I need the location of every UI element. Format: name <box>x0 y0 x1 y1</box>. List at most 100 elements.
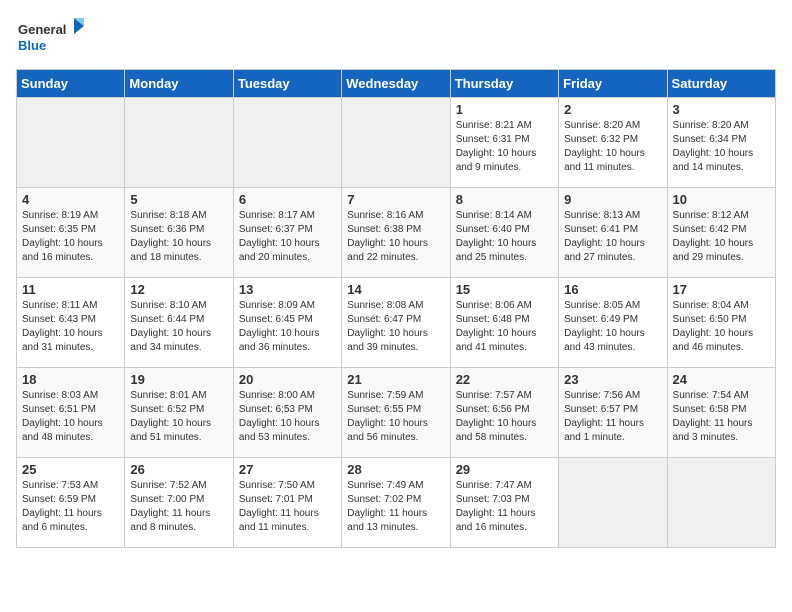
day-number: 3 <box>673 102 770 117</box>
day-cell <box>17 98 125 188</box>
day-info: Sunrise: 8:06 AM Sunset: 6:48 PM Dayligh… <box>456 299 553 355</box>
day-cell <box>667 458 775 548</box>
day-number: 16 <box>564 282 661 297</box>
day-number: 13 <box>239 282 336 297</box>
logo: General Blue <box>16 16 86 61</box>
day-number: 8 <box>456 192 553 207</box>
day-cell: 29Sunrise: 7:47 AM Sunset: 7:03 PM Dayli… <box>450 458 558 548</box>
day-number: 11 <box>22 282 119 297</box>
day-number: 2 <box>564 102 661 117</box>
day-number: 1 <box>456 102 553 117</box>
day-cell: 7 Sunrise: 8:16 AM Sunset: 6:38 PM Daylig… <box>342 188 450 278</box>
day-cell: 20 Sunrise: 8:00 AM Sunset: 6:53 PM Dayli… <box>233 368 341 458</box>
day-number: 23 <box>564 372 661 387</box>
day-cell: 10 Sunrise: 8:12 AM Sunset: 6:42 PM Dayli… <box>667 188 775 278</box>
day-info: Sunrise: 8:11 AM Sunset: 6:43 PM Dayligh… <box>22 299 119 355</box>
header-cell-sunday: Sunday <box>17 70 125 98</box>
day-info: Sunrise: 7:57 AM Sunset: 6:56 PM Dayligh… <box>456 389 553 445</box>
day-cell: 3 Sunrise: 8:20 AM Sunset: 6:34 PM Daylig… <box>667 98 775 188</box>
day-cell <box>125 98 233 188</box>
day-cell: 17 Sunrise: 8:04 AM Sunset: 6:50 PM Dayli… <box>667 278 775 368</box>
day-info: Sunrise: 7:54 AM Sunset: 6:58 PM Dayligh… <box>673 389 770 445</box>
day-cell: 1Sunrise: 8:21 AM Sunset: 6:31 PM Daylig… <box>450 98 558 188</box>
day-info: Sunrise: 8:19 AM Sunset: 6:35 PM Dayligh… <box>22 209 119 265</box>
day-info: Sunrise: 8:13 AM Sunset: 6:41 PM Dayligh… <box>564 209 661 265</box>
day-cell: 12 Sunrise: 8:10 AM Sunset: 6:44 PM Dayli… <box>125 278 233 368</box>
day-number: 24 <box>673 372 770 387</box>
day-info: Sunrise: 7:47 AM Sunset: 7:03 PM Dayligh… <box>456 479 553 535</box>
day-cell: 24 Sunrise: 7:54 AM Sunset: 6:58 PM Dayli… <box>667 368 775 458</box>
header-cell-saturday: Saturday <box>667 70 775 98</box>
calendar-body: 1Sunrise: 8:21 AM Sunset: 6:31 PM Daylig… <box>17 98 776 548</box>
day-info: Sunrise: 8:16 AM Sunset: 6:38 PM Dayligh… <box>347 209 444 265</box>
day-info: Sunrise: 8:08 AM Sunset: 6:47 PM Dayligh… <box>347 299 444 355</box>
day-number: 6 <box>239 192 336 207</box>
week-row-4: 25 Sunrise: 7:53 AM Sunset: 6:59 PM Dayli… <box>17 458 776 548</box>
day-info: Sunrise: 7:52 AM Sunset: 7:00 PM Dayligh… <box>130 479 227 535</box>
day-number: 9 <box>564 192 661 207</box>
day-info: Sunrise: 8:14 AM Sunset: 6:40 PM Dayligh… <box>456 209 553 265</box>
day-info: Sunrise: 8:12 AM Sunset: 6:42 PM Dayligh… <box>673 209 770 265</box>
day-info: Sunrise: 8:18 AM Sunset: 6:36 PM Dayligh… <box>130 209 227 265</box>
day-number: 4 <box>22 192 119 207</box>
day-info: Sunrise: 8:01 AM Sunset: 6:52 PM Dayligh… <box>130 389 227 445</box>
day-info: Sunrise: 8:00 AM Sunset: 6:53 PM Dayligh… <box>239 389 336 445</box>
day-number: 10 <box>673 192 770 207</box>
day-number: 15 <box>456 282 553 297</box>
day-info: Sunrise: 8:20 AM Sunset: 6:32 PM Dayligh… <box>564 119 661 175</box>
day-cell: 6 Sunrise: 8:17 AM Sunset: 6:37 PM Daylig… <box>233 188 341 278</box>
day-info: Sunrise: 7:50 AM Sunset: 7:01 PM Dayligh… <box>239 479 336 535</box>
day-cell: 27 Sunrise: 7:50 AM Sunset: 7:01 PM Dayli… <box>233 458 341 548</box>
day-cell: 21 Sunrise: 7:59 AM Sunset: 6:55 PM Dayli… <box>342 368 450 458</box>
header-cell-friday: Friday <box>559 70 667 98</box>
day-info: Sunrise: 7:53 AM Sunset: 6:59 PM Dayligh… <box>22 479 119 535</box>
day-info: Sunrise: 7:59 AM Sunset: 6:55 PM Dayligh… <box>347 389 444 445</box>
day-info: Sunrise: 7:56 AM Sunset: 6:57 PM Dayligh… <box>564 389 661 445</box>
header-row: SundayMondayTuesdayWednesdayThursdayFrid… <box>17 70 776 98</box>
day-info: Sunrise: 8:17 AM Sunset: 6:37 PM Dayligh… <box>239 209 336 265</box>
day-info: Sunrise: 8:03 AM Sunset: 6:51 PM Dayligh… <box>22 389 119 445</box>
day-info: Sunrise: 8:10 AM Sunset: 6:44 PM Dayligh… <box>130 299 227 355</box>
day-number: 20 <box>239 372 336 387</box>
week-row-2: 11 Sunrise: 8:11 AM Sunset: 6:43 PM Dayli… <box>17 278 776 368</box>
day-cell: 25 Sunrise: 7:53 AM Sunset: 6:59 PM Dayli… <box>17 458 125 548</box>
day-cell <box>233 98 341 188</box>
day-info: Sunrise: 8:09 AM Sunset: 6:45 PM Dayligh… <box>239 299 336 355</box>
day-info: Sunrise: 8:04 AM Sunset: 6:50 PM Dayligh… <box>673 299 770 355</box>
day-cell: 11 Sunrise: 8:11 AM Sunset: 6:43 PM Dayli… <box>17 278 125 368</box>
day-cell: 18 Sunrise: 8:03 AM Sunset: 6:51 PM Dayli… <box>17 368 125 458</box>
day-cell: 4 Sunrise: 8:19 AM Sunset: 6:35 PM Daylig… <box>17 188 125 278</box>
svg-text:Blue: Blue <box>18 38 46 53</box>
day-cell: 28 Sunrise: 7:49 AM Sunset: 7:02 PM Dayli… <box>342 458 450 548</box>
day-cell: 22Sunrise: 7:57 AM Sunset: 6:56 PM Dayli… <box>450 368 558 458</box>
day-cell: 23 Sunrise: 7:56 AM Sunset: 6:57 PM Dayli… <box>559 368 667 458</box>
day-number: 21 <box>347 372 444 387</box>
day-number: 26 <box>130 462 227 477</box>
day-number: 28 <box>347 462 444 477</box>
header-cell-thursday: Thursday <box>450 70 558 98</box>
header-cell-monday: Monday <box>125 70 233 98</box>
day-info: Sunrise: 8:05 AM Sunset: 6:49 PM Dayligh… <box>564 299 661 355</box>
day-number: 18 <box>22 372 119 387</box>
day-number: 12 <box>130 282 227 297</box>
day-cell: 13 Sunrise: 8:09 AM Sunset: 6:45 PM Dayli… <box>233 278 341 368</box>
day-cell: 19 Sunrise: 8:01 AM Sunset: 6:52 PM Dayli… <box>125 368 233 458</box>
calendar-table: SundayMondayTuesdayWednesdayThursdayFrid… <box>16 69 776 548</box>
day-cell: 2 Sunrise: 8:20 AM Sunset: 6:32 PM Daylig… <box>559 98 667 188</box>
header-cell-wednesday: Wednesday <box>342 70 450 98</box>
week-row-3: 18 Sunrise: 8:03 AM Sunset: 6:51 PM Dayli… <box>17 368 776 458</box>
day-cell: 15 Sunrise: 8:06 AM Sunset: 6:48 PM Dayli… <box>450 278 558 368</box>
day-number: 7 <box>347 192 444 207</box>
day-cell: 8 Sunrise: 8:14 AM Sunset: 6:40 PM Daylig… <box>450 188 558 278</box>
week-row-1: 4 Sunrise: 8:19 AM Sunset: 6:35 PM Daylig… <box>17 188 776 278</box>
day-number: 5 <box>130 192 227 207</box>
day-info: Sunrise: 7:49 AM Sunset: 7:02 PM Dayligh… <box>347 479 444 535</box>
day-cell <box>342 98 450 188</box>
day-info: Sunrise: 8:20 AM Sunset: 6:34 PM Dayligh… <box>673 119 770 175</box>
day-number: 17 <box>673 282 770 297</box>
day-number: 25 <box>22 462 119 477</box>
day-cell <box>559 458 667 548</box>
calendar-header: SundayMondayTuesdayWednesdayThursdayFrid… <box>17 70 776 98</box>
day-number: 19 <box>130 372 227 387</box>
day-number: 27 <box>239 462 336 477</box>
